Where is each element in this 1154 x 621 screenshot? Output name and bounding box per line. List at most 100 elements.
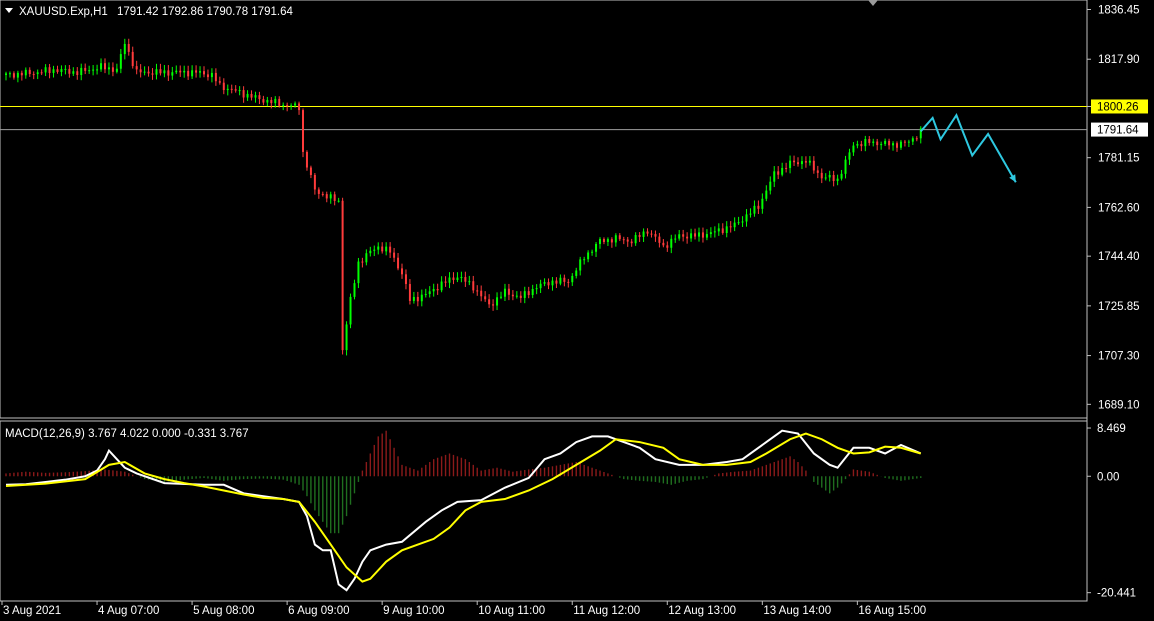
symbol-menu-icon[interactable] (5, 8, 13, 13)
macd-tick-label: -20.441 (1097, 588, 1136, 600)
candle-body (393, 252, 396, 258)
candle-body (820, 172, 823, 179)
price-tick-label: 1762.60 (1098, 202, 1140, 214)
candle-body (302, 110, 304, 152)
candle-body (92, 69, 95, 71)
candle-body (361, 261, 364, 263)
macd-title: MACD(12,26,9) 3.767 4.022 0.000 -0.331 3… (5, 428, 249, 440)
candle-body (737, 222, 740, 224)
candle-body (28, 69, 31, 75)
candle-body (745, 214, 748, 222)
candle-body (725, 226, 728, 233)
candle-body (686, 236, 689, 239)
candle-body (808, 160, 811, 163)
candle-body (832, 174, 835, 182)
time-tick-label: 10 Aug 11:00 (478, 605, 545, 617)
candle-body (698, 232, 700, 237)
candle-body (579, 259, 582, 271)
candle-body (298, 103, 301, 111)
candle-body (349, 296, 352, 325)
candle-body (531, 289, 534, 296)
candle-body (563, 277, 566, 282)
candle-body (321, 193, 324, 195)
candle-body (535, 288, 538, 290)
candle-body (500, 296, 502, 298)
candle-body (753, 205, 756, 214)
candle-body (733, 222, 736, 228)
candle-body (64, 68, 67, 70)
candle-body (543, 282, 546, 284)
candle-body (880, 144, 883, 146)
candle-body (377, 246, 380, 250)
candle-body (448, 277, 451, 283)
candle-body (369, 250, 372, 254)
candle-body (804, 161, 807, 163)
candle-body (757, 205, 760, 209)
candle-body (797, 162, 799, 165)
forecast-path (920, 113, 1017, 183)
candle-body (381, 246, 384, 252)
candle-body (325, 194, 328, 199)
candle-body (24, 69, 27, 76)
candle-body (551, 280, 554, 286)
time-tick-label: 3 Aug 2021 (3, 605, 61, 617)
candle-body (781, 167, 784, 175)
candle-body (567, 281, 570, 283)
price-tick-label: 1836.45 (1098, 5, 1140, 17)
candle-body (195, 70, 198, 73)
time-tick-label: 12 Aug 13:00 (668, 605, 736, 617)
chart-canvas: XAUUSD.Exp,H1 1791.42 1792.86 1790.78 17… (0, 0, 1148, 617)
candle-body (773, 171, 776, 182)
candle-body (527, 291, 530, 296)
candle-body (294, 103, 297, 106)
candle-body (230, 88, 233, 90)
candle-body (345, 324, 348, 351)
candle-body (503, 288, 506, 297)
candle-body (210, 72, 213, 78)
candle-body (408, 284, 411, 301)
candle-body (68, 68, 71, 74)
candle-body (76, 71, 79, 76)
candle-body (456, 277, 459, 281)
candle-body (701, 232, 704, 238)
candle-body (258, 95, 261, 100)
candle-body (56, 69, 59, 72)
candle-body (480, 290, 483, 297)
candle-body (741, 221, 744, 223)
candle-body (385, 246, 388, 252)
macd-signal-line (5, 432, 922, 583)
symbol-label: XAUUSD.Exp,H1 (19, 6, 108, 18)
current-price-label: 1791.64 (1097, 125, 1139, 137)
candle-body (674, 238, 677, 240)
level-price-label: 1800.26 (1097, 101, 1139, 113)
candle-body (511, 294, 514, 297)
candle-body (872, 141, 875, 143)
candle-body (614, 235, 617, 243)
candle-body (440, 281, 443, 291)
candle-body (159, 69, 162, 74)
candle-body (444, 281, 447, 283)
candle-body (476, 290, 479, 292)
candle-body (214, 72, 217, 82)
candle-body (246, 93, 249, 98)
candle-body (836, 178, 839, 182)
candle-body (203, 71, 205, 75)
candle-body (606, 239, 609, 242)
candle-body (507, 288, 510, 295)
candle-body (16, 72, 19, 78)
candle-body (484, 296, 487, 300)
candle-body (868, 138, 871, 143)
candle-body (167, 70, 170, 76)
candle-body (789, 160, 792, 169)
time-tick-label: 4 Aug 07:00 (98, 605, 159, 617)
shift-marker-icon[interactable] (868, 0, 878, 6)
candle-body (884, 140, 887, 145)
price-tick-label: 1689.10 (1098, 399, 1140, 411)
candle-body (765, 190, 768, 199)
candle-body (8, 73, 11, 75)
candle-body (274, 98, 277, 104)
candle-body (432, 288, 435, 292)
candle-body (84, 67, 87, 71)
candle-body (452, 277, 455, 281)
candle-body (309, 167, 312, 176)
